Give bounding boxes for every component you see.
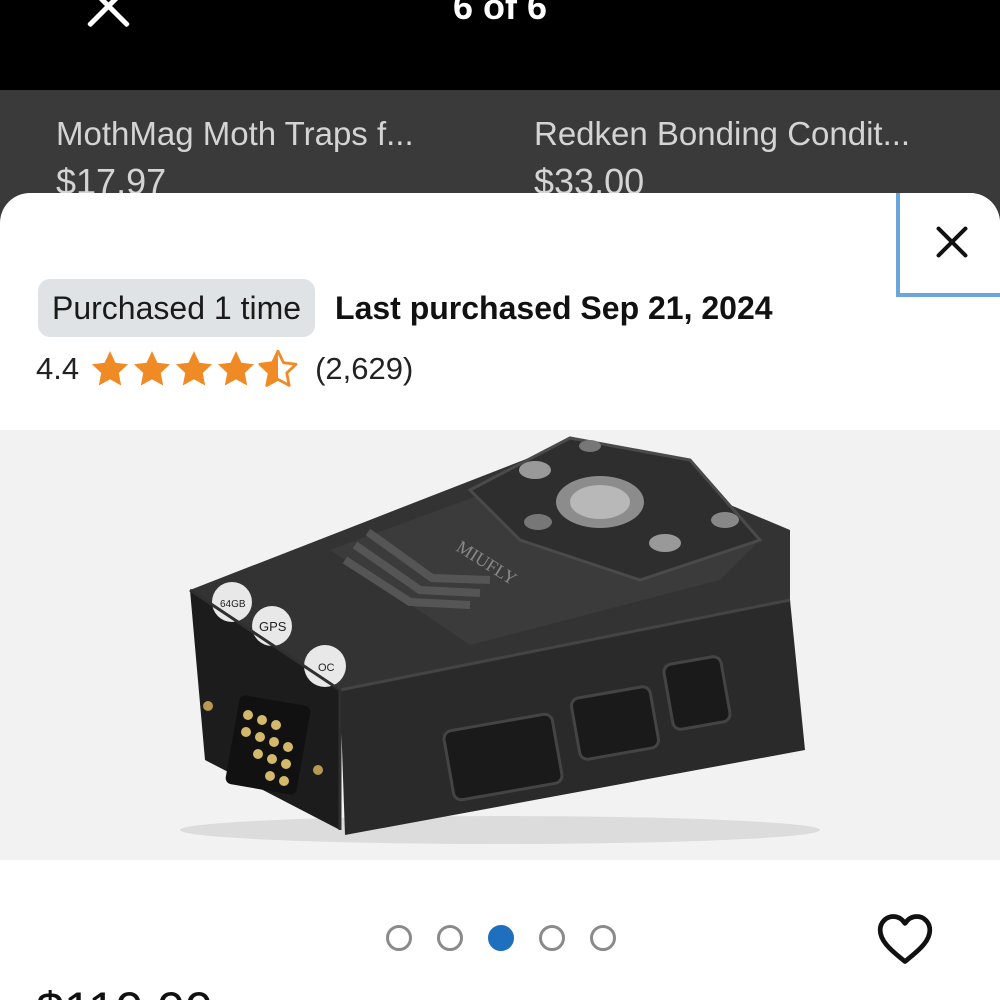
carousel-dot[interactable]: [539, 925, 565, 951]
device-sticker-gps: GPS: [259, 619, 287, 634]
half-star-icon: [258, 349, 298, 387]
screen: 6 of 6 MothMag Moth Traps f... $17.97 Re…: [0, 0, 1000, 1000]
heart-icon[interactable]: [876, 913, 934, 965]
background-product-title: MothMag Moth Traps f...: [56, 115, 414, 152]
background-product-title: Redken Bonding Condit...: [534, 115, 911, 152]
last-purchased-text: Last purchased Sep 21, 2024: [335, 289, 773, 326]
carousel-dot[interactable]: [590, 925, 616, 951]
product-price: $119.99: [36, 981, 213, 1000]
star-icon: [218, 351, 255, 386]
carousel-dot[interactable]: [386, 925, 412, 951]
carousel-indicator: [386, 925, 641, 951]
purchased-badge: Purchased 1 time: [38, 279, 316, 337]
top-bar: 6 of 6: [0, 0, 1000, 90]
carousel-dot-active[interactable]: [488, 925, 514, 951]
carousel-dot[interactable]: [437, 925, 463, 951]
image-counter: 6 of 6: [452, 0, 548, 27]
purchase-info: Purchased 1 time Last purchased Sep 21, …: [38, 279, 773, 337]
background-product[interactable]: MothMag Moth Traps f... $17.97: [56, 112, 476, 202]
star-icon: [92, 351, 129, 386]
rating-row[interactable]: 4.4 (2,629): [36, 348, 413, 390]
rating-count: (2,629): [315, 351, 414, 386]
body-camera-image: MIUFLY 64GB GPS OC: [180, 436, 820, 844]
star-icon: [134, 351, 171, 386]
background-product[interactable]: Redken Bonding Condit... $33.00: [534, 112, 954, 202]
device-sticker-oc: OC: [318, 662, 335, 674]
star-rating: [89, 348, 299, 390]
close-button[interactable]: [896, 193, 1000, 297]
product-image[interactable]: MIUFLY 64GB GPS OC: [0, 430, 1000, 860]
star-icon: [176, 351, 213, 386]
rating-value: 4.4: [36, 351, 80, 386]
product-sheet: Purchased 1 time Last purchased Sep 21, …: [0, 193, 1000, 1000]
device-sticker-64gb: 64GB: [220, 599, 246, 610]
